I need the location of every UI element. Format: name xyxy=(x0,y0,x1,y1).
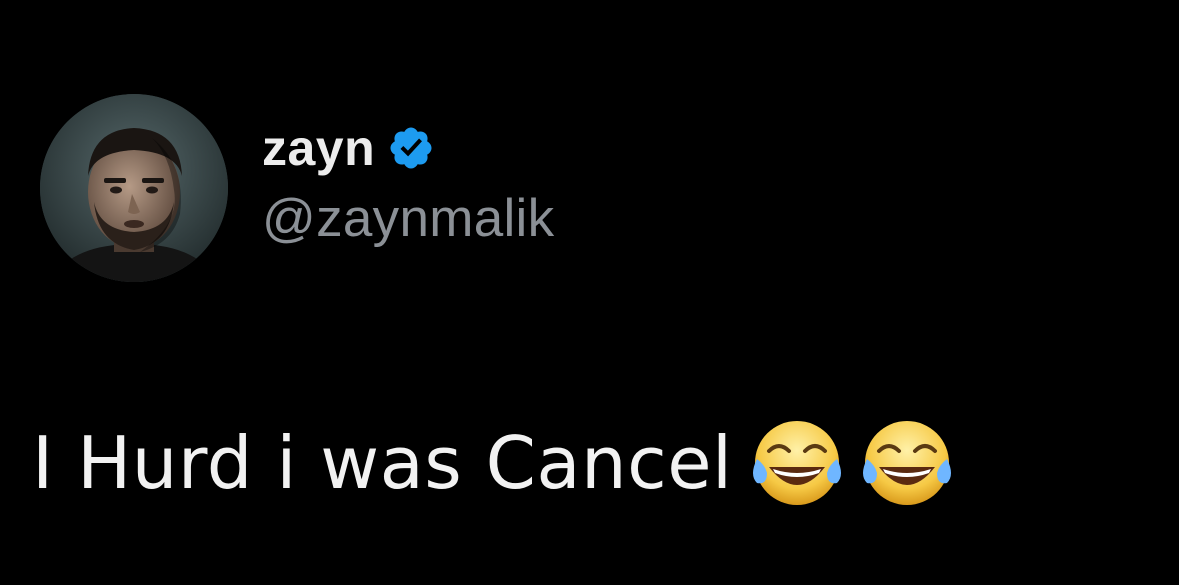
author-name-row: zayn xyxy=(262,118,435,178)
tweet-text: I Hurd i was Cancel xyxy=(32,421,733,505)
tweet-card: zayn @zaynmalik I Hurd i was Cancel xyxy=(0,0,1179,585)
profile-photo-icon xyxy=(40,94,228,282)
tweet-body: I Hurd i was Cancel xyxy=(32,418,957,508)
face-with-tears-of-joy-icon xyxy=(747,413,847,513)
verified-badge-icon xyxy=(387,124,435,172)
avatar[interactable] xyxy=(40,94,228,282)
display-name[interactable]: zayn xyxy=(262,123,375,173)
author-handle[interactable]: @zaynmalik xyxy=(262,192,554,245)
face-with-tears-of-joy-icon xyxy=(857,413,957,513)
